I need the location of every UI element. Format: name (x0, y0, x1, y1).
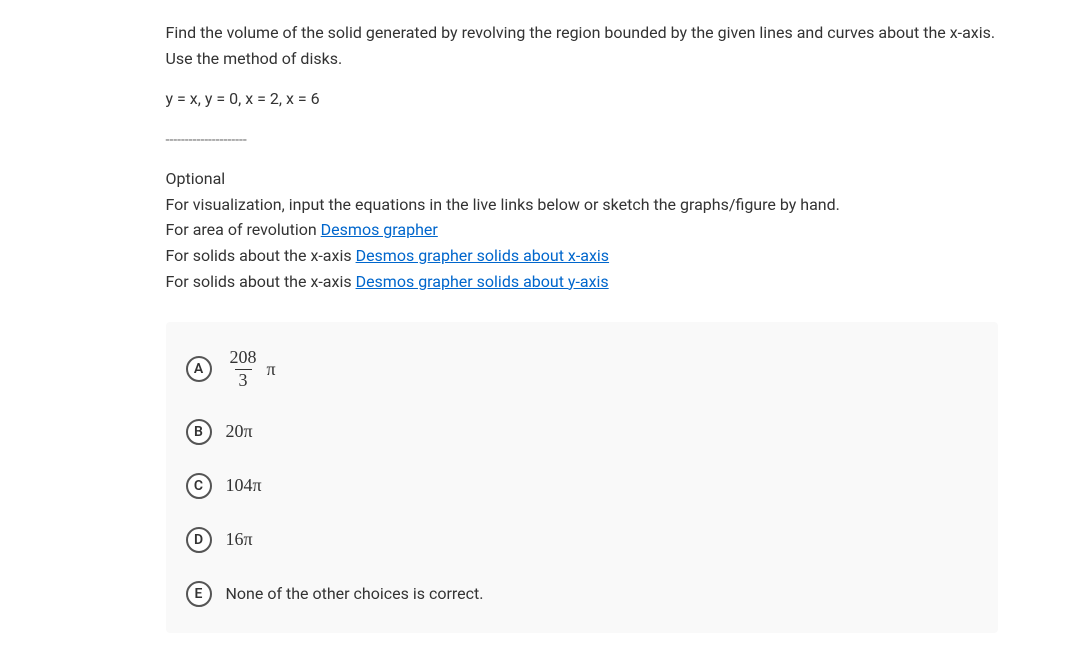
pi-symbol: π (267, 359, 276, 380)
option-c-label: 104π (226, 475, 262, 496)
fraction-denominator: 3 (235, 369, 252, 391)
option-e-label: None of the other choices is correct. (226, 584, 484, 603)
optional-section: Optional For visualization, input the eq… (166, 166, 998, 294)
separator-dashes: --------------------- (166, 132, 998, 148)
optional-heading: Optional (166, 166, 998, 192)
desmos-xaxis-link[interactable]: Desmos grapher solids about x-axis (356, 246, 610, 265)
optional-line-2-prefix: For solids about the x-axis (166, 246, 356, 265)
option-d-letter: D (186, 527, 212, 553)
desmos-yaxis-link[interactable]: Desmos grapher solids about y-axis (356, 272, 609, 291)
option-a-letter: A (186, 356, 212, 382)
option-d-label: 16π (226, 529, 253, 550)
option-b-letter: B (186, 419, 212, 445)
fraction-numerator: 208 (226, 348, 261, 369)
option-c[interactable]: C 104π (166, 459, 998, 513)
optional-line-2: For solids about the x-axis Desmos graph… (166, 243, 998, 269)
equation-line: y = x, y = 0, x = 2, x = 6 (166, 89, 998, 108)
optional-intro: For visualization, input the equations i… (166, 192, 998, 218)
option-e[interactable]: E None of the other choices is correct. (166, 567, 998, 621)
optional-line-1: For area of revolution Desmos grapher (166, 217, 998, 243)
optional-line-3: For solids about the x-axis Desmos graph… (166, 269, 998, 295)
optional-line-1-prefix: For area of revolution (166, 220, 321, 239)
desmos-grapher-link[interactable]: Desmos grapher (321, 220, 438, 239)
optional-line-3-prefix: For solids about the x-axis (166, 272, 356, 291)
option-e-letter: E (186, 581, 212, 607)
question-prompt: Find the volume of the solid generated b… (166, 20, 998, 71)
option-b[interactable]: B 20π (166, 405, 998, 459)
option-d[interactable]: D 16π (166, 513, 998, 567)
fraction-icon: 208 3 (226, 348, 261, 391)
answer-options: A 208 3 π B 20π C 104π D 16π E None of t… (166, 322, 998, 633)
question-container: Find the volume of the solid generated b… (58, 20, 1018, 633)
option-a[interactable]: A 208 3 π (166, 334, 998, 405)
option-c-letter: C (186, 473, 212, 499)
option-a-label: 208 3 π (226, 348, 276, 391)
option-b-label: 20π (226, 421, 253, 442)
